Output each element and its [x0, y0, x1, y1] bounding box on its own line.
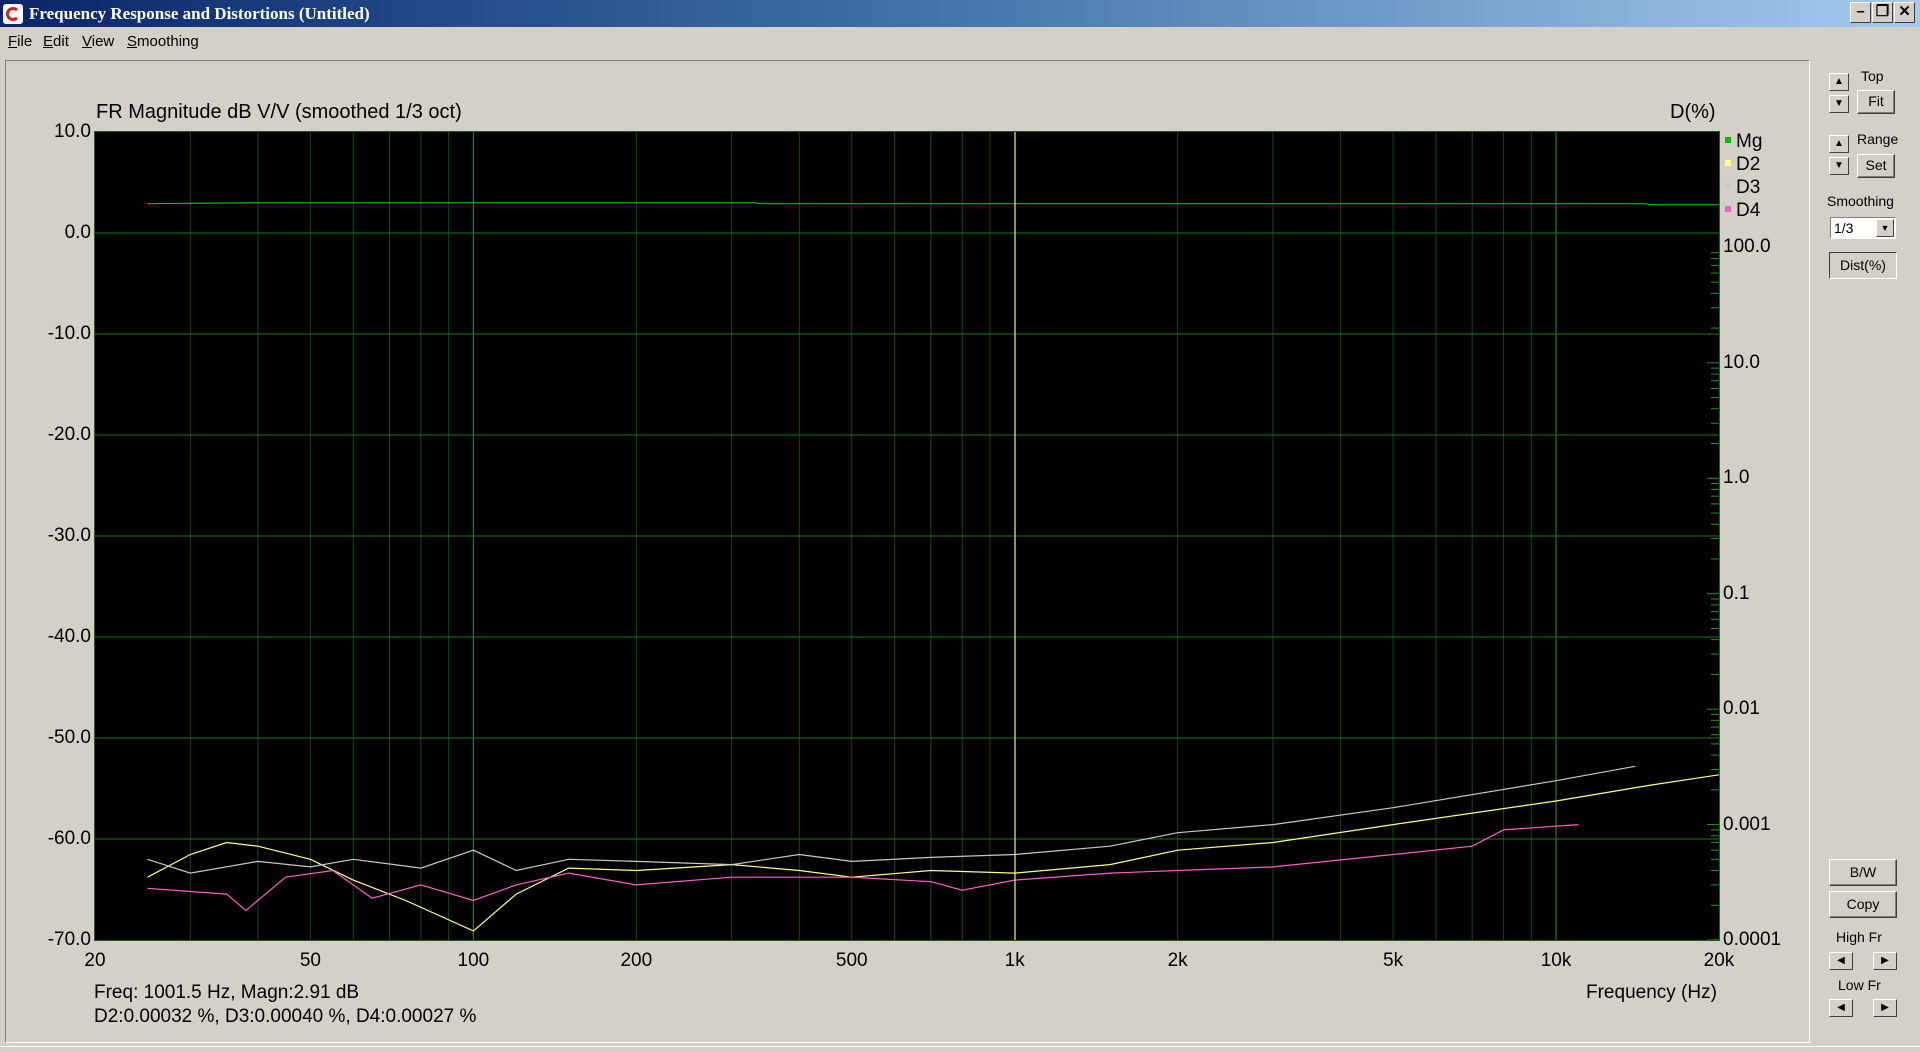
fit-button[interactable]: Fit	[1857, 90, 1895, 114]
window-title: Frequency Response and Distortions (Unti…	[29, 4, 370, 23]
left-axis-tick-label: -30.0	[47, 525, 91, 546]
legend-label: D4	[1736, 200, 1761, 221]
set-button[interactable]: Set	[1857, 154, 1895, 178]
left-arrow-icon: ◀	[1837, 1002, 1845, 1013]
smoothing-value: 1/3	[1834, 220, 1854, 236]
smoothing-label: Smoothing	[1827, 193, 1894, 209]
cursor-readout-freq: Freq: 1001.5 Hz, Magn:2.91 dB	[94, 982, 360, 1003]
chevron-down-icon[interactable]: ▼	[1876, 219, 1894, 237]
x-axis-tick-label: 5k	[1383, 950, 1404, 971]
cursor-readout-dist: D2:0.00032 %, D3:0.00040 %, D4:0.00027 %	[94, 1006, 477, 1027]
copy-button[interactable]: Copy	[1829, 891, 1897, 918]
x-axis-tick-label: 1k	[1004, 950, 1025, 971]
close-button[interactable]: ✕	[1894, 2, 1915, 23]
left-axis-tick-label: -60.0	[47, 828, 91, 849]
x-axis-tick-label: 20k	[1703, 950, 1735, 971]
bw-button[interactable]: B/W	[1829, 859, 1897, 886]
legend-item-d2: D2	[1722, 154, 1762, 177]
top-down-button[interactable]: ▼	[1829, 95, 1849, 113]
series-line-d3	[147, 765, 1636, 874]
series-line-mg	[147, 202, 1719, 206]
right-axis-tick-label: 0.01	[1723, 698, 1760, 720]
right-axis-tick-label: 100.0	[1723, 236, 1771, 258]
legend-item-d3: D3	[1722, 177, 1762, 200]
left-axis-tick-label: -40.0	[47, 626, 91, 647]
smoothing-select[interactable]: 1/3 ▼	[1830, 217, 1896, 239]
up-arrow-icon: ▲	[1834, 138, 1844, 149]
x-axis-tick-label: 50	[299, 950, 321, 971]
legend-swatch	[1725, 160, 1731, 166]
close-icon: ✕	[1898, 3, 1911, 20]
left-axis-tick-label: -50.0	[47, 727, 91, 748]
left-axis-tick-label: 10.0	[54, 121, 91, 142]
high-fr-right-button[interactable]: ▶	[1873, 952, 1897, 970]
x-axis-tick-label: 500	[835, 950, 868, 971]
frequency-response-plot[interactable]	[95, 132, 1719, 940]
right-arrow-icon: ▶	[1881, 1002, 1889, 1013]
top-label: Top	[1861, 68, 1884, 84]
title-bar: Frequency Response and Distortions (Unti…	[0, 0, 1920, 27]
right-arrow-icon: ▶	[1881, 955, 1889, 966]
menu-smoothing[interactable]: Smoothing	[127, 33, 199, 50]
legend-item-d4: D4	[1722, 200, 1762, 223]
right-axis-tick-label: 10.0	[1723, 351, 1760, 373]
menu-bar: File Edit View Smoothing	[0, 28, 1920, 54]
x-axis-tick-label: 200	[620, 950, 653, 971]
maximize-icon: ❐	[1875, 3, 1890, 20]
high-fr-left-button[interactable]: ◀	[1829, 952, 1853, 970]
x-axis-tick-label: 20	[84, 950, 106, 971]
right-axis-tick-label: 0.0001	[1723, 929, 1782, 950]
legend-label: Mg	[1736, 131, 1763, 152]
x-axis-tick-label: 100	[457, 950, 490, 971]
menu-file[interactable]: File	[8, 33, 32, 50]
legend-swatch	[1725, 137, 1731, 143]
low-fr-right-button[interactable]: ▶	[1873, 999, 1897, 1017]
down-arrow-icon: ▼	[1834, 160, 1844, 171]
legend-label: D3	[1736, 177, 1761, 198]
app-icon	[3, 4, 23, 24]
low-fr-label: Low Fr	[1838, 977, 1881, 993]
minimize-button[interactable]: –	[1850, 2, 1871, 23]
legend: Mg D2 D3 D4	[1722, 131, 1762, 223]
up-arrow-icon: ▲	[1834, 76, 1844, 87]
plot-area[interactable]	[94, 131, 1720, 941]
high-fr-label: High Fr	[1836, 929, 1882, 945]
left-arrow-icon: ◀	[1837, 955, 1845, 966]
series-line-d4	[147, 824, 1579, 912]
x-axis-tick-label: 2k	[1167, 950, 1188, 971]
legend-swatch	[1725, 206, 1731, 212]
low-fr-left-button[interactable]: ◀	[1829, 999, 1853, 1017]
range-down-button[interactable]: ▼	[1829, 157, 1849, 175]
dist-toggle-button[interactable]: Dist(%)	[1829, 252, 1897, 279]
series-line-d2	[147, 774, 1719, 932]
legend-item-mg: Mg	[1722, 131, 1762, 154]
left-axis-tick-label: -20.0	[47, 424, 91, 445]
minimize-icon: –	[1856, 3, 1865, 20]
right-axis-title: D(%)	[1670, 101, 1716, 123]
legend-label: D2	[1736, 154, 1761, 175]
maximize-button[interactable]: ❐	[1872, 2, 1893, 23]
status-bar	[0, 1046, 1920, 1052]
x-axis-tick-label: 10k	[1540, 950, 1572, 971]
range-up-button[interactable]: ▲	[1829, 135, 1849, 153]
range-label: Range	[1857, 131, 1899, 147]
x-axis-title: Frequency (Hz)	[1586, 982, 1717, 1003]
right-axis-tick-label: 0.001	[1723, 813, 1771, 835]
top-up-button[interactable]: ▲	[1829, 73, 1849, 91]
right-axis-tick-label: 1.0	[1723, 467, 1750, 489]
right-axis-tick-label: 0.1	[1723, 582, 1750, 604]
menu-view[interactable]: View	[82, 33, 114, 50]
left-axis-tick-label: -70.0	[47, 929, 91, 950]
menu-edit[interactable]: Edit	[43, 33, 69, 50]
chart-title: FR Magnitude dB V/V (smoothed 1/3 oct)	[96, 101, 462, 123]
left-axis-tick-label: 0.0	[64, 222, 91, 243]
left-axis-tick-label: -10.0	[47, 323, 91, 344]
down-arrow-icon: ▼	[1834, 98, 1844, 109]
legend-swatch	[1725, 183, 1731, 189]
